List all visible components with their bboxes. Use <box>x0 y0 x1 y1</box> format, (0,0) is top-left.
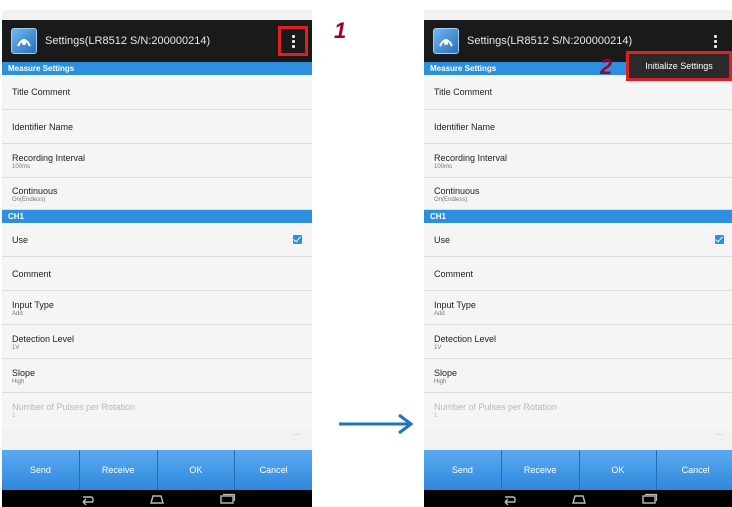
send-button[interactable]: Send <box>424 450 502 490</box>
row-label: Continuous <box>434 186 480 196</box>
row-label: Detection Level <box>12 334 75 344</box>
row-value: Add <box>434 311 445 317</box>
system-nav-bar <box>424 490 732 507</box>
more-indicator: ... <box>293 428 300 437</box>
checkbox-checked-icon[interactable] <box>715 235 724 244</box>
section-measure-settings: Measure Settings <box>2 62 312 75</box>
row-value: On(Endless) <box>434 197 468 203</box>
row-label: Number of Pulses per Rotation <box>12 402 136 412</box>
step-number-1: 1 <box>334 18 347 43</box>
phone-screen-before: Settings(LR8512 S/N:200000214) Measure S… <box>2 10 312 507</box>
row-label: Use <box>12 235 29 245</box>
row-value: High <box>434 379 447 385</box>
ok-button[interactable]: OK <box>157 450 236 490</box>
row-detection-level[interactable]: Detection Level 1V <box>424 325 732 359</box>
settings-screen: Settings(LR8512 S/N:200000214) Measure S… <box>2 10 312 507</box>
section-ch1: CH1 <box>424 210 732 223</box>
initialize-settings-menu-item[interactable]: Initialize Settings <box>626 51 732 81</box>
recents-icon[interactable] <box>218 493 236 505</box>
row-label: Detection Level <box>434 334 497 344</box>
settings-screen: Settings(LR8512 S/N:200000214) Measure S… <box>424 10 732 507</box>
row-value: 1 <box>12 413 16 419</box>
row-label: Identifier Name <box>12 122 74 132</box>
row-slope[interactable]: Slope High <box>424 359 732 393</box>
window-title: Settings(LR8512 S/N:200000214) <box>467 35 633 47</box>
row-value: 100ms <box>12 164 31 170</box>
receive-button[interactable]: Receive <box>501 450 580 490</box>
system-nav-bar <box>2 490 312 507</box>
back-icon[interactable] <box>500 493 518 505</box>
row-label: Slope <box>12 368 36 378</box>
row-input-type[interactable]: Input Type Add <box>424 291 732 325</box>
row-label: Title Comment <box>12 87 71 97</box>
row-value: 1V <box>12 345 20 351</box>
cancel-button[interactable]: Cancel <box>657 450 732 490</box>
row-label: Recording Interval <box>12 153 86 163</box>
back-icon[interactable] <box>78 493 96 505</box>
row-value: 100ms <box>434 164 453 170</box>
row-comment[interactable]: Comment <box>424 257 732 291</box>
row-comment[interactable]: Comment <box>2 257 312 291</box>
row-label: Continuous <box>12 186 58 196</box>
recents-icon[interactable] <box>640 493 658 505</box>
ok-button[interactable]: OK <box>579 450 658 490</box>
row-continuous[interactable]: Continuous On(Endless) <box>424 178 732 210</box>
row-identifier-name[interactable]: Identifier Name <box>424 110 732 144</box>
row-value: 1 <box>434 413 438 419</box>
more-indicator: ... <box>715 428 722 437</box>
row-value: Add <box>12 311 23 317</box>
checkbox-checked-icon[interactable] <box>293 235 302 244</box>
overflow-menu-icon[interactable] <box>278 26 308 56</box>
row-title-comment[interactable]: Title Comment <box>2 75 312 110</box>
button-bar: Send Receive OK Cancel <box>424 450 732 490</box>
row-label: Input Type <box>12 300 54 310</box>
row-label: Identifier Name <box>434 122 496 132</box>
row-pulses-per-rotation: Number of Pulses per Rotation 1 <box>424 393 732 429</box>
row-slope[interactable]: Slope High <box>2 359 312 393</box>
send-button[interactable]: Send <box>2 450 80 490</box>
step-number-2: 2 <box>600 54 613 79</box>
row-pulses-per-rotation: Number of Pulses per Rotation 1 <box>2 393 312 429</box>
window-title: Settings(LR8512 S/N:200000214) <box>45 35 211 47</box>
arrow-right-icon <box>339 413 414 435</box>
row-label: Number of Pulses per Rotation <box>434 402 558 412</box>
action-bar: Settings(LR8512 S/N:200000214) <box>2 20 312 62</box>
phone-screen-after: Settings(LR8512 S/N:200000214) Measure S… <box>424 10 732 507</box>
home-icon[interactable] <box>570 493 588 505</box>
row-continuous[interactable]: Continuous On(Endless) <box>2 178 312 210</box>
row-label: Use <box>434 235 451 245</box>
row-use[interactable]: Use <box>2 223 312 257</box>
button-bar: Send Receive OK Cancel <box>2 450 312 490</box>
row-detection-level[interactable]: Detection Level 1V <box>2 325 312 359</box>
row-label: Input Type <box>434 300 476 310</box>
row-value: High <box>12 379 25 385</box>
row-label: Comment <box>12 269 52 279</box>
home-icon[interactable] <box>148 493 166 505</box>
row-value: On(Endless) <box>12 197 46 203</box>
row-use[interactable]: Use <box>424 223 732 257</box>
row-label: Comment <box>434 269 474 279</box>
row-identifier-name[interactable]: Identifier Name <box>2 110 312 144</box>
cancel-button[interactable]: Cancel <box>235 450 312 490</box>
row-label: Slope <box>434 368 458 378</box>
row-recording-interval[interactable]: Recording Interval 100ms <box>424 144 732 178</box>
receive-button[interactable]: Receive <box>79 450 158 490</box>
row-input-type[interactable]: Input Type Add <box>2 291 312 325</box>
row-recording-interval[interactable]: Recording Interval 100ms <box>2 144 312 178</box>
app-icon <box>433 28 459 54</box>
section-ch1: CH1 <box>2 210 312 223</box>
app-icon <box>11 28 37 54</box>
row-label: Recording Interval <box>434 153 508 163</box>
row-value: 1V <box>434 345 442 351</box>
